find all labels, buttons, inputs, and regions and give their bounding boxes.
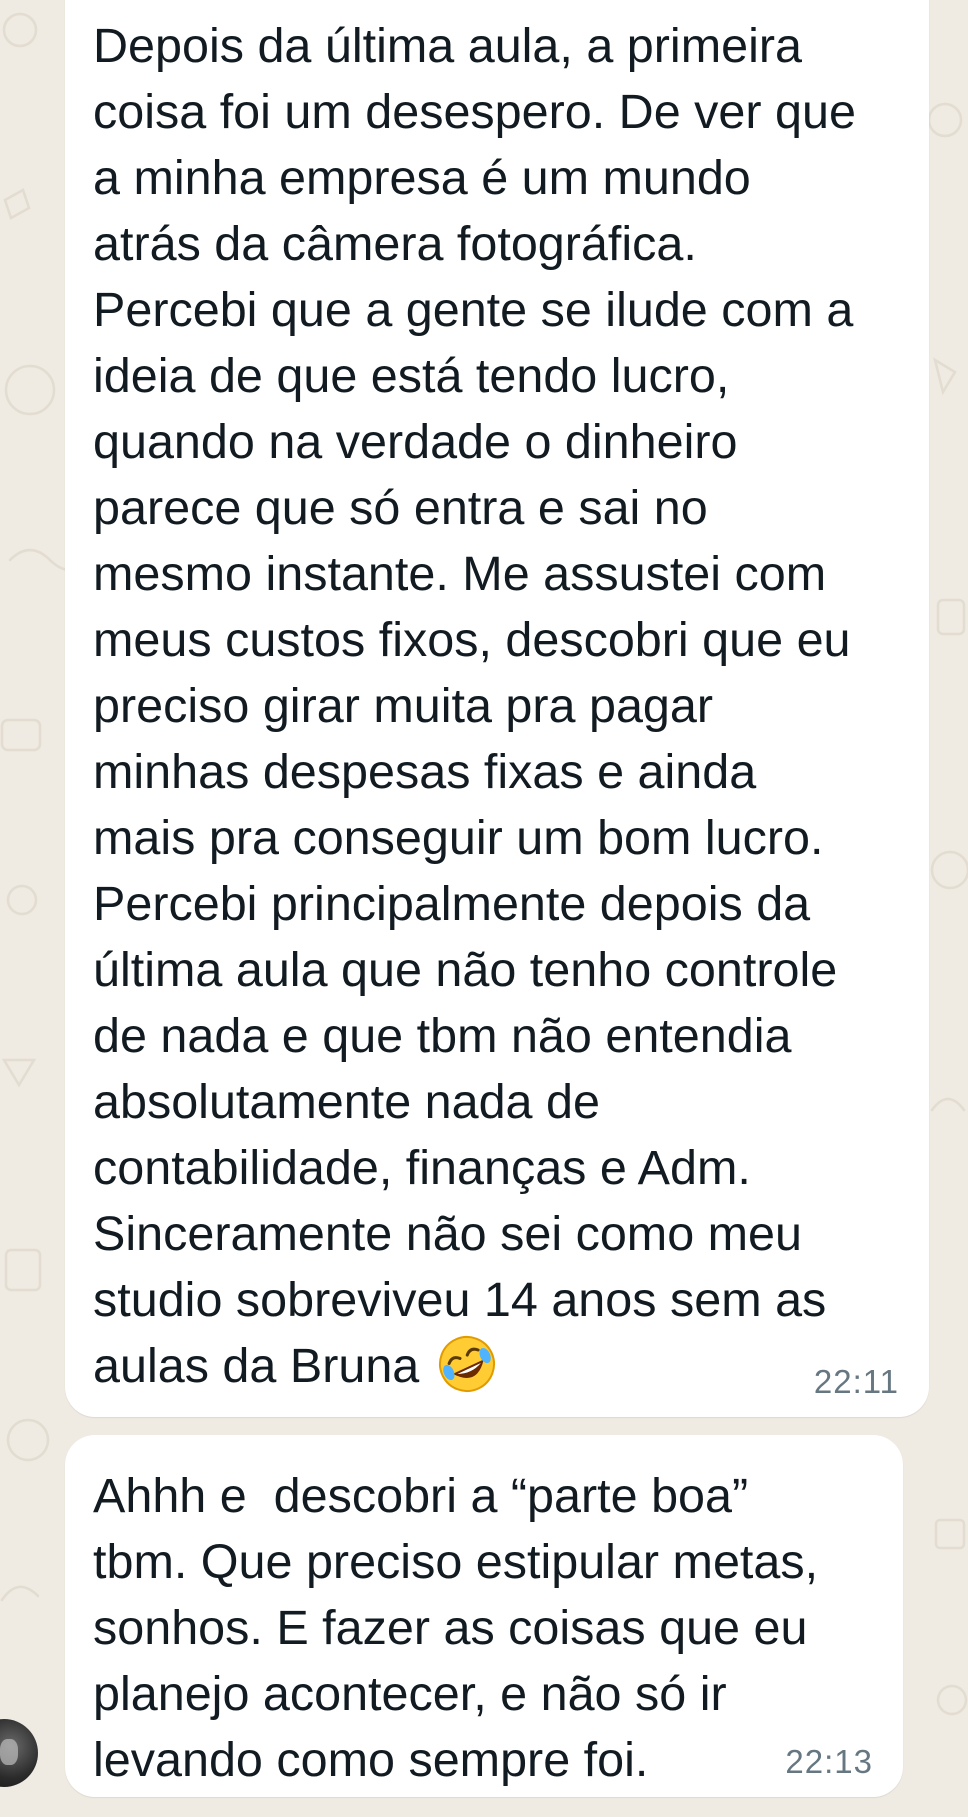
message-line: mesmo instante. Me assustei com xyxy=(93,547,827,601)
message-line: studio sobreviveu 14 anos sem as xyxy=(93,1273,827,1327)
message-line: quando na verdade o dinheiro xyxy=(93,415,738,469)
message-line: contabilidade, finanças e Adm. xyxy=(93,1141,751,1195)
message-line: parece que só entra e sai no xyxy=(93,481,708,535)
message-line: última aula que não tenho controle xyxy=(93,943,838,997)
message-line: atrás da câmera fotográfica. xyxy=(93,217,697,271)
message-line: tbm. Que preciso estipular metas, xyxy=(93,1535,819,1589)
message-text: Depois da última aula, a primeira coisa … xyxy=(93,13,856,1399)
rolling-on-floor-laughing-emoji xyxy=(438,1336,495,1392)
message-timestamp: 22:11 xyxy=(813,1363,899,1400)
message-line: sonhos. E fazer as coisas que eu xyxy=(93,1601,808,1655)
message-line: absolutamente nada de xyxy=(93,1075,600,1129)
message-line: minhas despesas fixas e ainda xyxy=(93,745,757,799)
message-line: Depois da última aula, a primeira xyxy=(93,19,802,73)
message-text: Ahhh e descobri a “parte boa” tbm. Que p… xyxy=(93,1463,818,1793)
message-line: levando como sempre foi. xyxy=(93,1733,649,1787)
message-line: Sinceramente não sei como meu xyxy=(93,1207,803,1261)
message-line: mais pra conseguir um bom lucro. xyxy=(93,811,824,865)
message-line: ideia de que está tendo lucro, xyxy=(93,349,730,403)
message-line: Percebi principalmente depois da xyxy=(93,877,811,931)
message-line: Ahhh e descobri a “parte boa” xyxy=(93,1469,749,1523)
message-timestamp: 22:13 xyxy=(785,1743,873,1780)
message-line: Percebi que a gente se ilude com a xyxy=(93,283,854,337)
message-line: a minha empresa é um mundo xyxy=(93,151,751,205)
message-line: meus custos fixos, descobri que eu xyxy=(93,613,851,667)
message-line: preciso girar muita pra pagar xyxy=(93,679,714,733)
message-line: de nada e que tbm não entendia xyxy=(93,1009,792,1063)
message-line: coisa foi um desespero. De ver que xyxy=(93,85,856,139)
message-bubble[interactable]: Ahhh e descobri a “parte boa” tbm. Que p… xyxy=(65,1435,903,1797)
message-line: aulas da Bruna xyxy=(93,1339,420,1393)
message-bubble[interactable]: Depois da última aula, a primeira coisa … xyxy=(65,0,929,1417)
message-line: planejo acontecer, e não só ir xyxy=(93,1667,727,1721)
